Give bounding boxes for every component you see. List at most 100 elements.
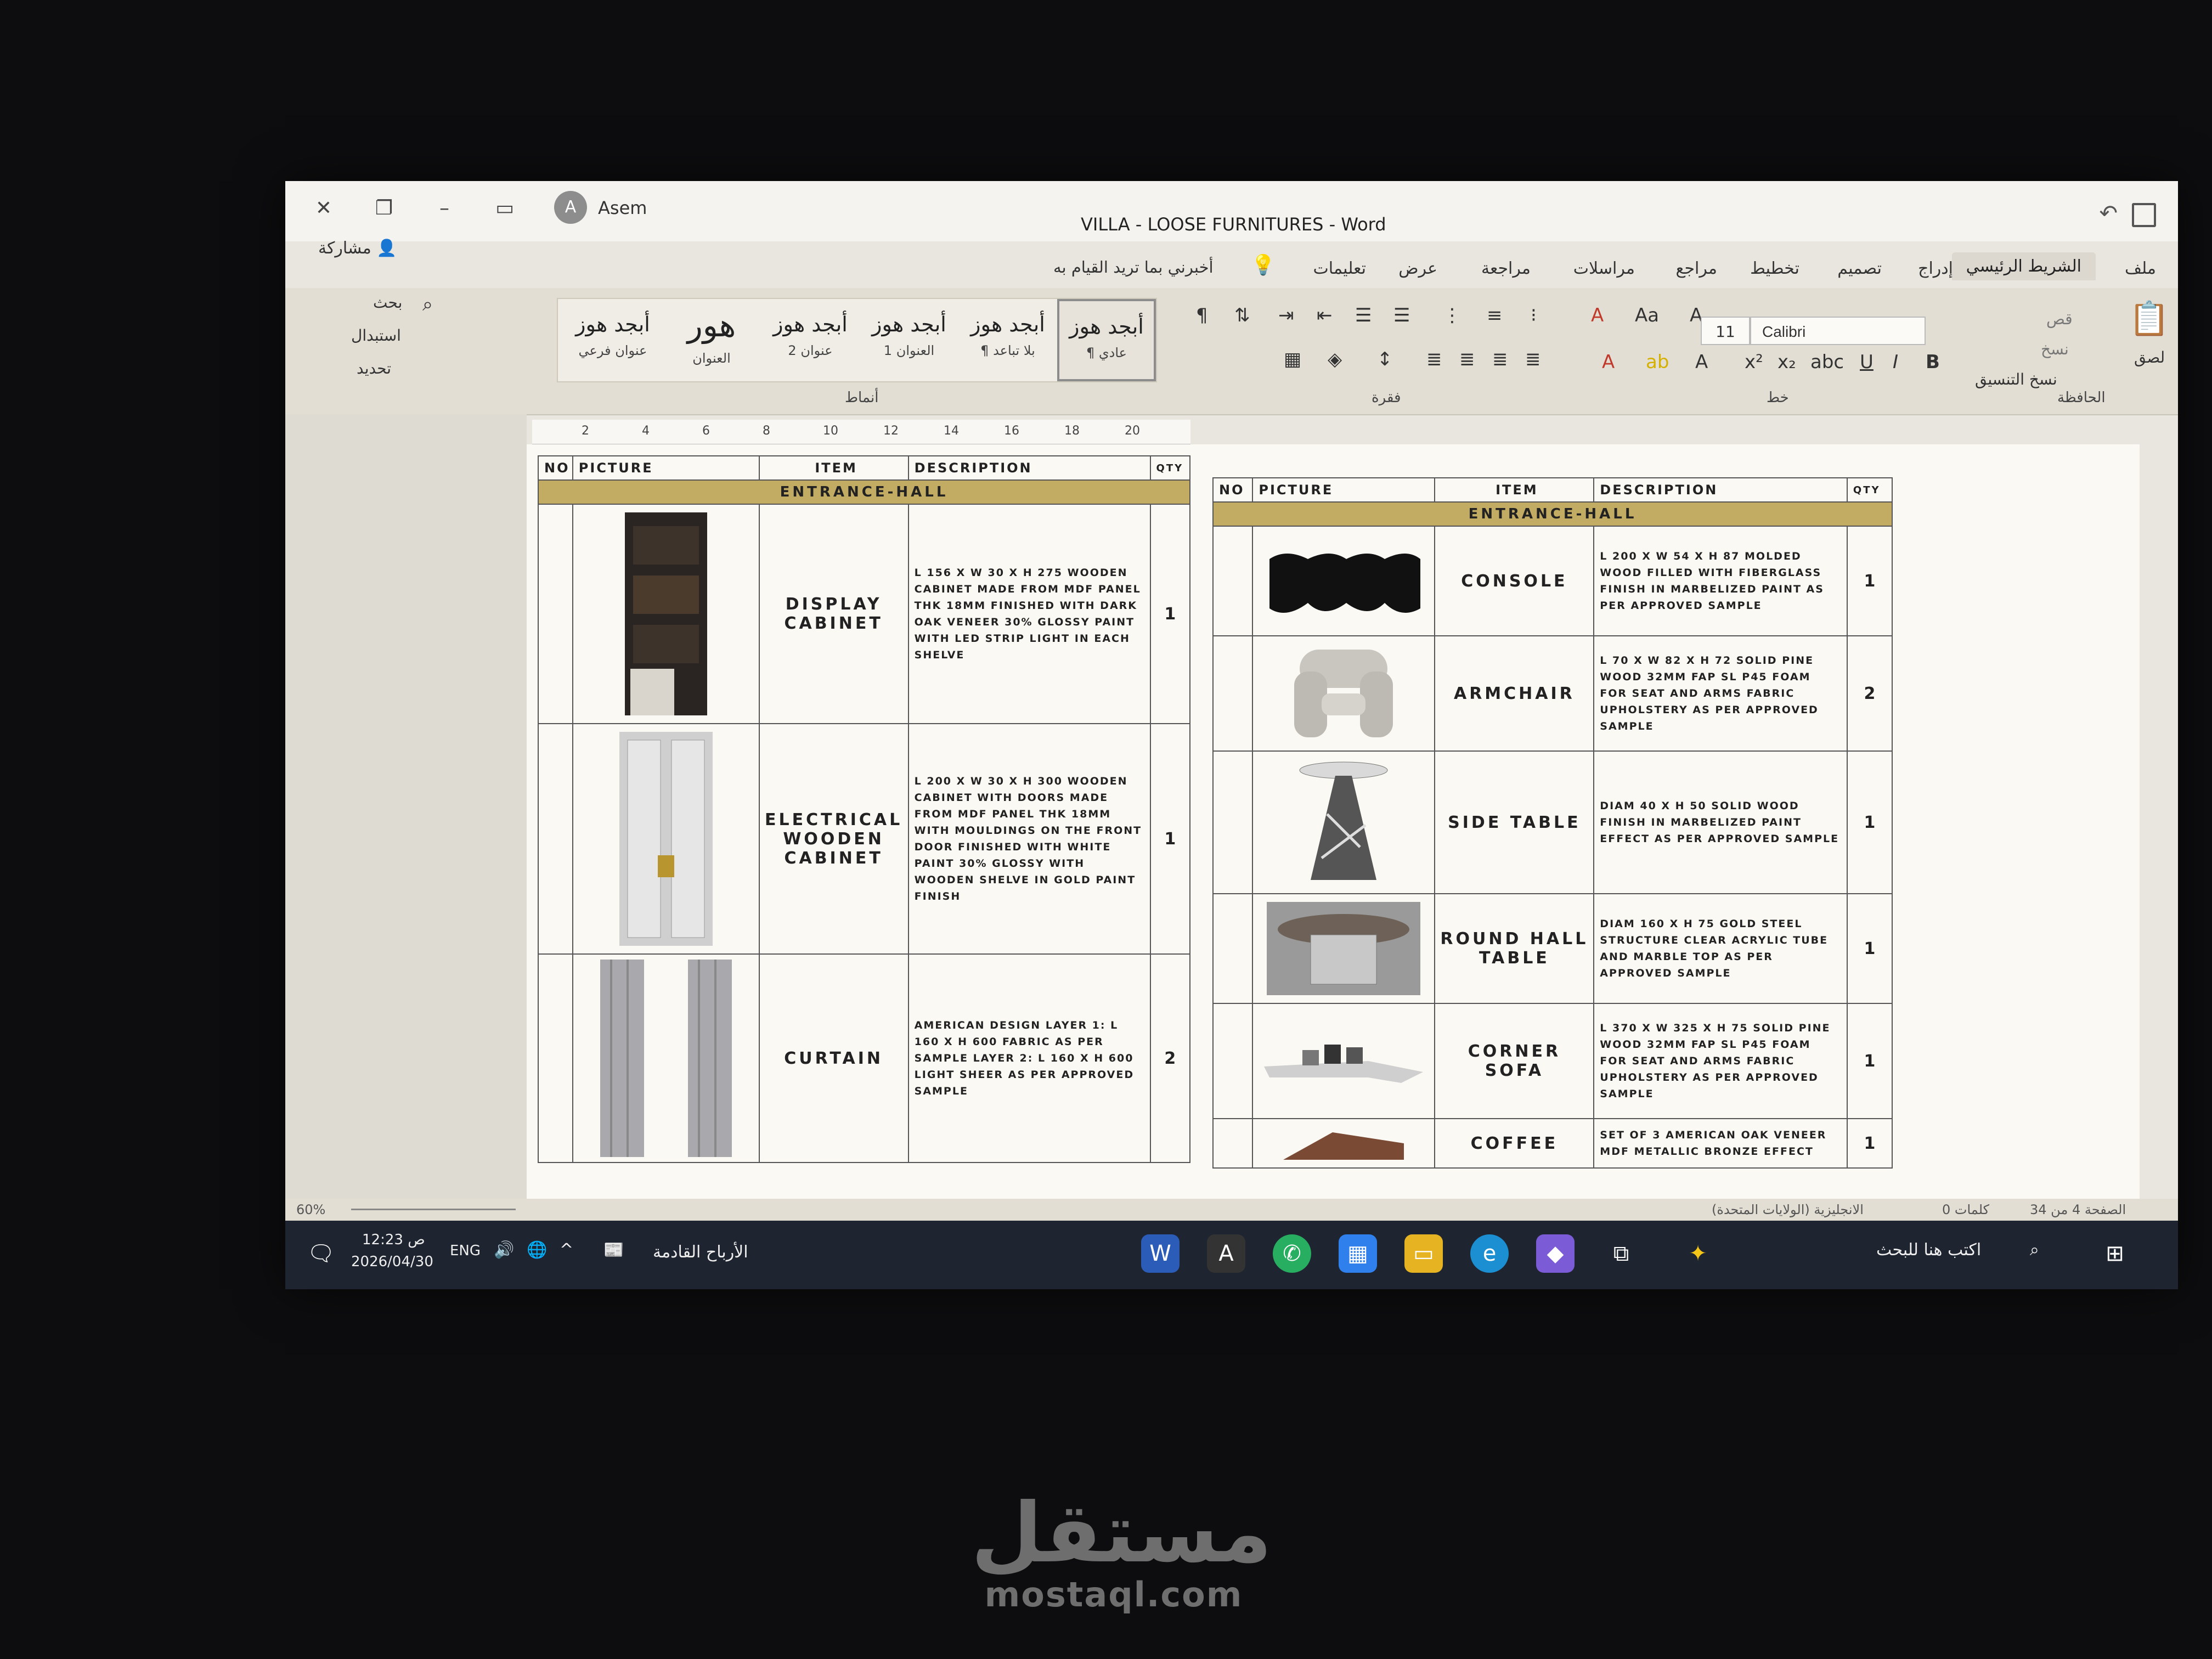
style-normal[interactable]: أبجد هوز ¶ عادي <box>1057 299 1156 381</box>
zoom-slider[interactable] <box>351 1209 516 1210</box>
bold-icon[interactable]: B <box>1926 351 1940 373</box>
subscript-icon[interactable]: x₂ <box>1778 351 1796 373</box>
table-row[interactable]: CONSOLE L 200 x W 54 x H 87 MOLDED WOOD … <box>1212 526 1893 636</box>
file-explorer-icon[interactable]: ▭ <box>1404 1234 1443 1273</box>
save-icon[interactable] <box>2132 203 2156 227</box>
zoom-level[interactable]: 60% <box>296 1202 325 1217</box>
page-number[interactable]: الصفحة 4 من 34 <box>2030 1202 2126 1217</box>
restore-icon[interactable]: ❐ <box>368 192 400 225</box>
shading-icon[interactable]: ◈ <box>1328 348 1342 370</box>
close-icon[interactable]: ✕ <box>307 192 340 225</box>
input-language[interactable]: ENG <box>450 1243 481 1259</box>
tab-review[interactable]: مراجعة <box>1481 259 1531 278</box>
pilcrow-icon[interactable]: ¶ <box>1196 304 1208 326</box>
format-painter-button[interactable]: نسخ التنسيق <box>1975 370 2057 388</box>
select-button[interactable]: تحديد <box>357 359 391 377</box>
italic-icon[interactable]: I <box>1893 351 1898 373</box>
word-app-icon[interactable]: W <box>1141 1234 1180 1273</box>
bullet-list-icon[interactable]: ⁝ <box>1531 304 1537 326</box>
tab-design[interactable]: تصميم <box>1837 259 1882 278</box>
notification-icon[interactable]: 🗨 <box>302 1234 340 1273</box>
table-row[interactable]: ELECTRICAL WOODEN CABINET L 200 x W 30 x… <box>538 723 1191 955</box>
change-case-icon[interactable]: Aa <box>1635 304 1659 326</box>
table-row[interactable]: CURTAIN AMERICAN DESIGN LAYER 1: L 160 x… <box>538 953 1191 1163</box>
paste-button[interactable]: لصق <box>2134 348 2165 366</box>
store-icon[interactable]: ▦ <box>1339 1234 1377 1273</box>
search-icon[interactable]: ⌕ <box>2030 1240 2039 1260</box>
search-box[interactable]: اكتب هنا للبحث <box>1876 1240 1981 1260</box>
style-no-spacing[interactable]: أبجد هوز ¶ بلا تباعد <box>958 299 1057 381</box>
news-widget[interactable]: الأرباح القادمة <box>653 1243 748 1262</box>
text-effects-icon[interactable]: A <box>1695 351 1708 373</box>
table-row[interactable]: DISPLAY CABINET L 156 x W 30 x H 275 WOO… <box>538 504 1191 724</box>
table-row[interactable]: CORNER SOFA L 370 x W 325 x H 75 SOLID P… <box>1212 1003 1893 1119</box>
volume-icon[interactable]: 🔊 <box>494 1240 514 1260</box>
minimize-icon[interactable]: – <box>428 192 461 225</box>
align-right-icon[interactable]: ≣ <box>1459 348 1475 370</box>
tab-layout[interactable]: تخطيط <box>1750 259 1799 278</box>
cut-button[interactable]: قص <box>2046 310 2073 328</box>
clear-format-icon[interactable]: A <box>1591 304 1604 326</box>
style-subtitle[interactable]: أبجد هوز عنوان فرعي <box>563 299 662 381</box>
tab-mailings[interactable]: مراسلات <box>1573 259 1635 278</box>
outdent-icon[interactable]: ☰ <box>1393 304 1410 326</box>
font-size-box[interactable]: 11 <box>1701 317 1750 345</box>
user-name[interactable]: Asem <box>598 198 647 218</box>
tab-insert[interactable]: إدراج <box>1918 259 1953 278</box>
clock-time[interactable]: 12:23 ص <box>362 1232 425 1248</box>
font-color-icon[interactable]: A <box>1602 351 1615 373</box>
align-left-icon[interactable]: ≣ <box>1525 348 1541 370</box>
numbered-list-icon[interactable]: ≡ <box>1487 304 1503 326</box>
avatar[interactable]: A <box>554 191 587 224</box>
find-button[interactable]: بحث <box>373 294 402 312</box>
tab-file[interactable]: ملف <box>2125 259 2156 278</box>
paste-icon[interactable]: 📋 <box>2129 299 2170 338</box>
whatsapp-icon[interactable]: ✆ <box>1273 1234 1311 1273</box>
sort-icon[interactable]: ⇅ <box>1234 304 1250 326</box>
style-heading-2[interactable]: أبجد هوز عنوان 2 <box>761 299 860 381</box>
strikethrough-icon[interactable]: abc <box>1810 351 1844 373</box>
ai-app-icon[interactable]: A <box>1207 1234 1245 1273</box>
indent-icon[interactable]: ☰ <box>1355 304 1372 326</box>
search-icon[interactable]: ⌕ <box>422 294 433 315</box>
ltr-icon[interactable]: ⇥ <box>1278 304 1294 326</box>
undo-icon[interactable]: ↶ <box>2099 201 2118 226</box>
globe-icon[interactable]: 🌐 <box>527 1240 547 1260</box>
word-count[interactable]: 0 كلمات <box>1942 1202 1989 1217</box>
windows-start-icon[interactable]: ⊞ <box>2096 1234 2134 1273</box>
style-heading-1[interactable]: أبجد هوز العنوان 1 <box>860 299 958 381</box>
tab-view[interactable]: عرض <box>1398 259 1437 278</box>
font-name-box[interactable]: Calibri <box>1750 317 1926 345</box>
edge-icon[interactable]: e <box>1470 1234 1509 1273</box>
line-spacing-icon[interactable]: ↕ <box>1377 348 1393 370</box>
copilot-icon[interactable]: ◆ <box>1536 1234 1575 1273</box>
underline-icon[interactable]: U <box>1860 351 1874 373</box>
superscript-icon[interactable]: x² <box>1745 351 1763 373</box>
tab-home[interactable]: الشريط الرئيسي <box>1951 252 2096 280</box>
align-center-icon[interactable]: ≣ <box>1492 348 1508 370</box>
chevron-up-icon[interactable]: ^ <box>560 1240 573 1260</box>
tab-references[interactable]: مراجع <box>1676 259 1717 278</box>
tab-help[interactable]: تعليمات <box>1313 259 1366 278</box>
language-status[interactable]: الانجليزية (الولايات المتحدة) <box>1712 1202 1864 1217</box>
table-row[interactable]: ROUND HALL TABLE DIAM 160 x H 75 GOLD ST… <box>1212 893 1893 1004</box>
table-row[interactable]: COFFEE SET OF 3 AMERICAN OAK VENEER MDF … <box>1212 1118 1893 1169</box>
borders-icon[interactable]: ▦ <box>1284 348 1301 370</box>
news-icon[interactable]: 📰 <box>603 1240 624 1260</box>
sparkle-icon[interactable]: ✦ <box>1679 1234 1717 1273</box>
horizontal-ruler[interactable]: 2 4 6 8 10 12 14 16 18 20 <box>532 420 1190 445</box>
justify-icon[interactable]: ≣ <box>1426 348 1442 370</box>
highlight-icon[interactable]: ab <box>1646 351 1669 373</box>
ribbon-display-icon[interactable]: ▭ <box>488 192 521 225</box>
copy-button[interactable]: نسخ <box>2041 340 2069 358</box>
table-row[interactable]: ARMCHAIR L 70 x W 82 x H 72 SOLID PINE W… <box>1212 635 1893 752</box>
clock-date[interactable]: 2026/04/30 <box>351 1254 433 1270</box>
table-row[interactable]: SIDE TABLE DIAM 40 x H 50 SOLID WOOD FIN… <box>1212 751 1893 894</box>
style-title[interactable]: هور العنوان <box>662 299 761 381</box>
task-view-icon[interactable]: ⧉ <box>1602 1234 1640 1273</box>
document-page[interactable]: NO PICTURE ITEM DESCRIPTION QTY ENTRANCE… <box>527 444 2140 1218</box>
multilevel-list-icon[interactable]: ⋮ <box>1443 304 1462 326</box>
rtl-icon[interactable]: ⇤ <box>1317 304 1333 326</box>
tell-me-box[interactable]: أخبرني بما تريد القيام به <box>1053 258 1214 276</box>
replace-button[interactable]: استبدال <box>351 326 401 345</box>
